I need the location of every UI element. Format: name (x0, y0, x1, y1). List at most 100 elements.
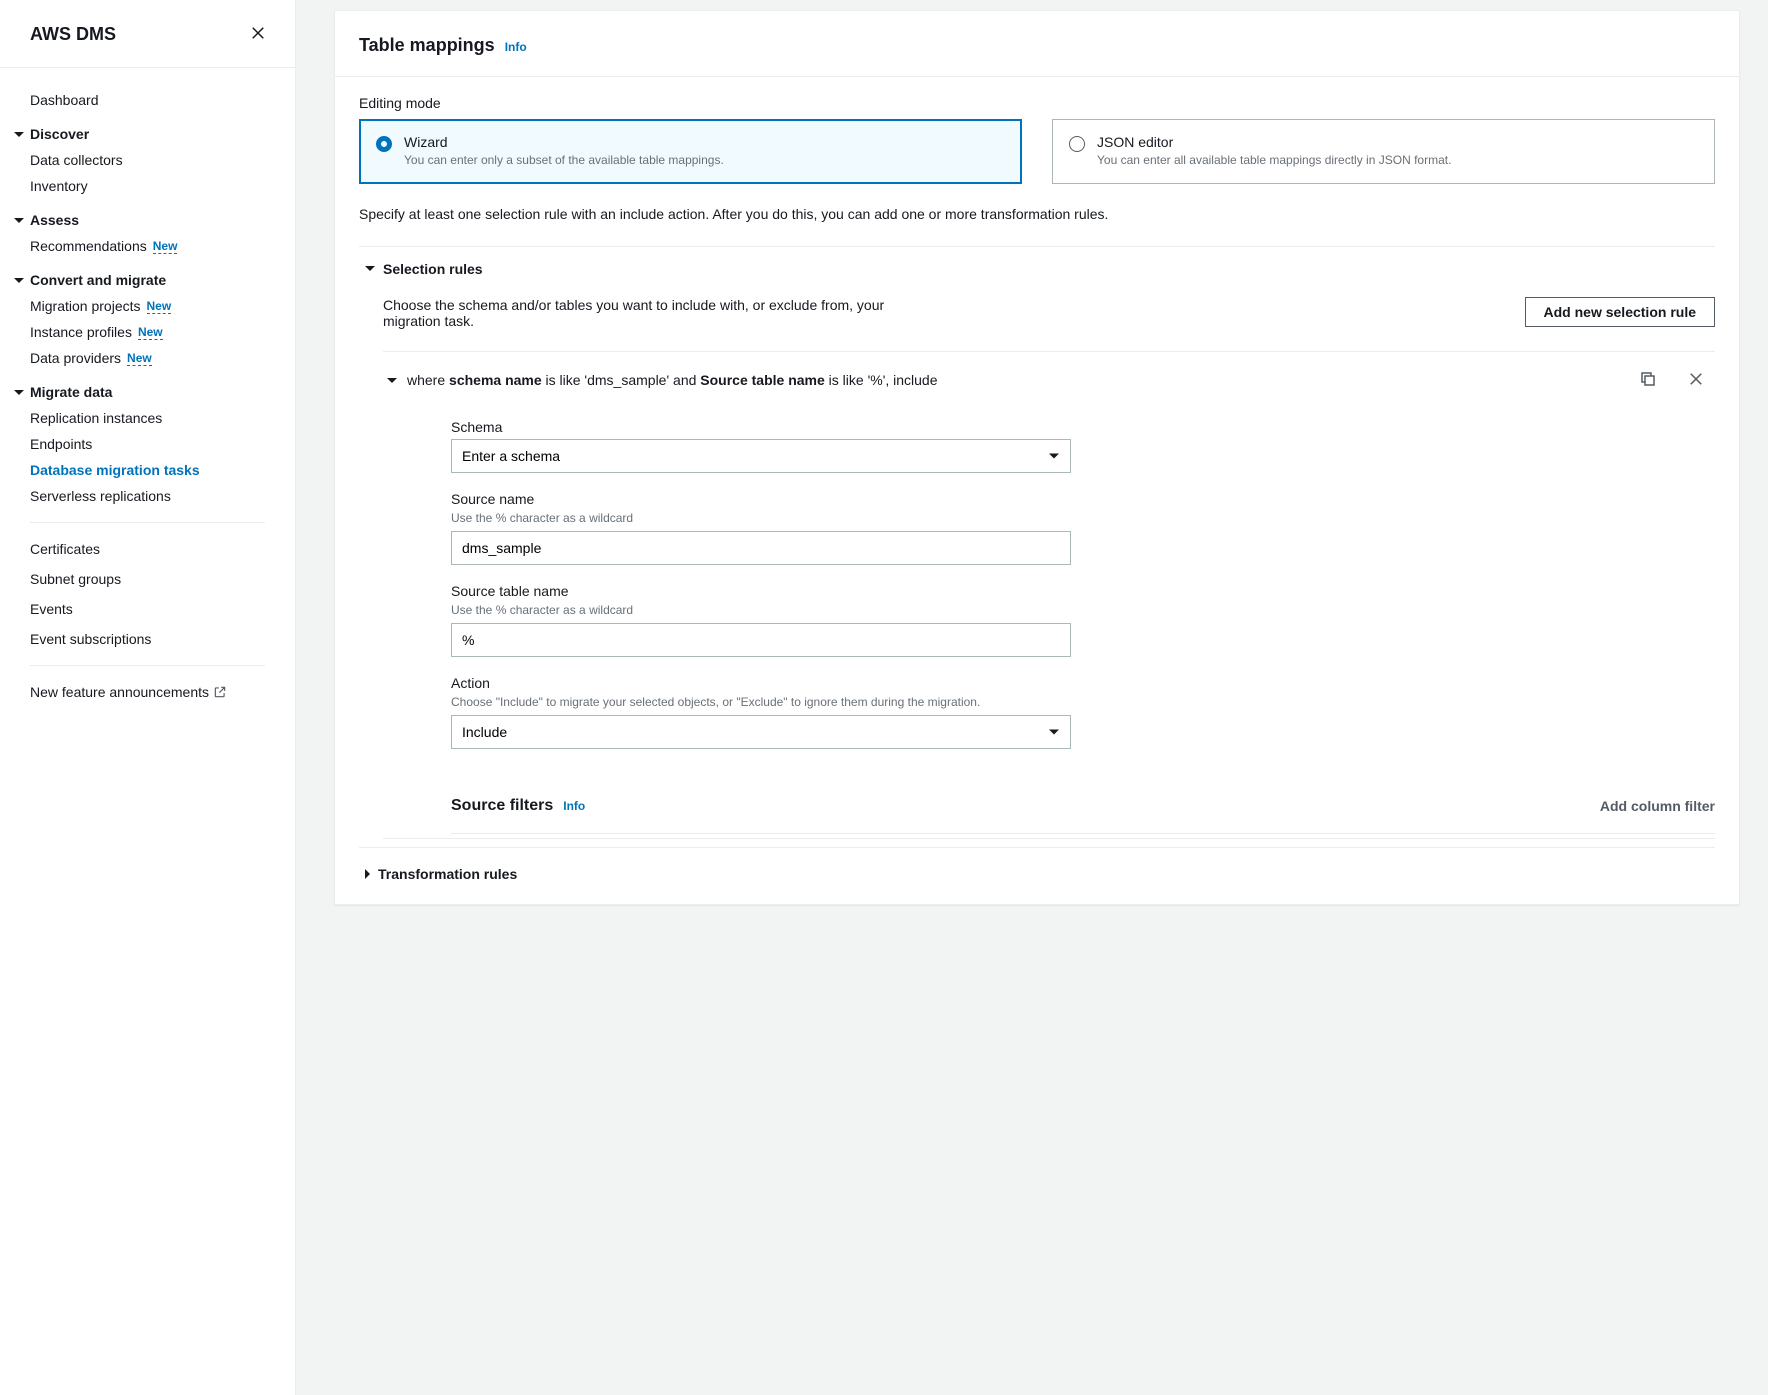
radio-description: You can enter only a subset of the avail… (404, 152, 724, 169)
sidebar-link[interactable]: Dashboard (30, 92, 99, 108)
divider (30, 665, 265, 666)
copy-icon (1639, 370, 1657, 388)
sidebar-item-endpoints[interactable]: Endpoints (30, 436, 265, 452)
info-link[interactable]: Info (563, 799, 585, 813)
radio-icon (376, 136, 392, 152)
new-badge: New (147, 299, 172, 314)
sidebar-link[interactable]: New feature announcements (30, 684, 209, 700)
panel-header: Table mappings Info (335, 11, 1739, 77)
close-icon (1687, 370, 1705, 388)
editing-mode-radio-group: Wizard You can enter only a subset of th… (359, 119, 1715, 184)
rule-item-header: where schema name is like 'dms_sample' a… (383, 352, 1715, 409)
field-label: Action (451, 675, 1071, 691)
sidebar-item-replication-instances[interactable]: Replication instances (30, 410, 265, 426)
sidebar-item-migration-projects[interactable]: Migration projects New (30, 298, 265, 314)
sidebar-section-convert: Convert and migrate Migration projects N… (0, 272, 295, 366)
sidebar-link[interactable]: Inventory (30, 178, 88, 194)
sidebar-item-database-migration-tasks[interactable]: Database migration tasks (30, 462, 265, 478)
sidebar-link[interactable]: Recommendations (30, 238, 147, 254)
sidebar-item-inventory[interactable]: Inventory (30, 178, 265, 194)
sidebar-item-recommendations[interactable]: Recommendations New (30, 238, 265, 254)
sidebar-link[interactable]: Replication instances (30, 410, 162, 426)
rule-summary-toggle[interactable]: where schema name is like 'dms_sample' a… (387, 372, 938, 388)
sidebar-section-toggle[interactable]: Discover (14, 126, 265, 142)
chevron-down-icon (14, 390, 24, 395)
sidebar-item-events[interactable]: Events (0, 601, 295, 617)
source-table-name-field: Source table name Use the % character as… (451, 583, 1071, 657)
sidebar-item-data-collectors[interactable]: Data collectors (30, 152, 265, 168)
instruction-text: Specify at least one selection rule with… (359, 206, 1715, 222)
sidebar-section-label: Convert and migrate (30, 272, 166, 288)
chevron-down-icon (14, 132, 24, 137)
rule-form: Schema Enter a schema Source name (383, 419, 1715, 779)
sidebar-link[interactable]: Subnet groups (30, 571, 121, 587)
new-badge: New (127, 351, 152, 366)
sidebar-item-dashboard[interactable]: Dashboard (0, 92, 295, 108)
sidebar-item-serverless-replications[interactable]: Serverless replications (30, 488, 265, 504)
info-link[interactable]: Info (505, 40, 527, 54)
field-label: Schema (451, 419, 1071, 435)
delete-rule-button[interactable] (1685, 368, 1707, 393)
sidebar-section-toggle[interactable]: Convert and migrate (14, 272, 265, 288)
sidebar-item-subnet-groups[interactable]: Subnet groups (0, 571, 295, 587)
add-column-filter-button[interactable]: Add column filter (1600, 798, 1715, 814)
field-help: Use the % character as a wildcard (451, 603, 1071, 617)
schema-select[interactable]: Enter a schema (451, 439, 1071, 473)
sidebar-link[interactable]: Endpoints (30, 436, 92, 452)
selection-rules-toggle[interactable]: Selection rules (359, 247, 1715, 291)
sidebar-close-button[interactable] (245, 20, 271, 49)
add-selection-rule-button[interactable]: Add new selection rule (1525, 297, 1715, 327)
sidebar-link[interactable]: Data collectors (30, 152, 123, 168)
source-table-name-input[interactable] (451, 623, 1071, 657)
sidebar-link[interactable]: Database migration tasks (30, 462, 200, 478)
source-filters-row: Source filters Info Add column filter (451, 779, 1715, 834)
schema-field: Schema Enter a schema (451, 419, 1071, 473)
radio-title: JSON editor (1097, 134, 1451, 150)
external-link-icon (213, 685, 227, 699)
section-title: Transformation rules (378, 866, 517, 882)
sidebar-link[interactable]: Serverless replications (30, 488, 171, 504)
sidebar-section-toggle[interactable]: Assess (14, 212, 265, 228)
sidebar-link[interactable]: Event subscriptions (30, 631, 151, 647)
new-badge: New (138, 325, 163, 340)
sidebar-link[interactable]: Data providers (30, 350, 121, 366)
sidebar-section-label: Discover (30, 126, 89, 142)
app-title: AWS DMS (30, 24, 116, 45)
chevron-down-icon (14, 218, 24, 223)
sidebar-section-label: Assess (30, 212, 79, 228)
sidebar-section-toggle[interactable]: Migrate data (14, 384, 265, 400)
field-help: Use the % character as a wildcard (451, 511, 1071, 525)
sidebar-link[interactable]: Instance profiles (30, 324, 132, 340)
radio-icon (1069, 136, 1085, 152)
chevron-down-icon (387, 378, 397, 383)
new-badge: New (153, 239, 178, 254)
sidebar-item-data-providers[interactable]: Data providers New (30, 350, 265, 366)
panel-title: Table mappings (359, 35, 495, 56)
main-content: Table mappings Info Editing mode Wizard … (296, 0, 1768, 1395)
sidebar-link[interactable]: Events (30, 601, 73, 617)
duplicate-rule-button[interactable] (1637, 368, 1659, 393)
sidebar-nav: Dashboard Discover Data collectors Inven… (0, 68, 295, 714)
sidebar-item-certificates[interactable]: Certificates (0, 541, 295, 557)
chevron-down-icon (365, 266, 375, 271)
sidebar-link[interactable]: Migration projects (30, 298, 141, 314)
action-select[interactable]: Include (451, 715, 1071, 749)
sidebar-item-announcements[interactable]: New feature announcements (0, 684, 295, 700)
radio-wizard[interactable]: Wizard You can enter only a subset of th… (359, 119, 1022, 184)
source-name-input[interactable] (451, 531, 1071, 565)
chevron-right-icon (365, 869, 370, 879)
transformation-rules-toggle[interactable]: Transformation rules (359, 847, 1715, 904)
sidebar-item-event-subscriptions[interactable]: Event subscriptions (0, 631, 295, 647)
sidebar-item-instance-profiles[interactable]: Instance profiles New (30, 324, 265, 340)
close-icon (249, 24, 267, 42)
editing-mode-label: Editing mode (359, 95, 1715, 111)
rule-action-icons (1637, 368, 1715, 393)
sidebar-link[interactable]: Certificates (30, 541, 100, 557)
chevron-down-icon (14, 278, 24, 283)
selection-rules-section: Selection rules Choose the schema and/or… (359, 246, 1715, 847)
intro-text: Choose the schema and/or tables you want… (383, 297, 943, 329)
radio-json-editor[interactable]: JSON editor You can enter all available … (1052, 119, 1715, 184)
selection-rule-item: where schema name is like 'dms_sample' a… (383, 352, 1715, 839)
selection-rules-intro: Choose the schema and/or tables you want… (383, 291, 1715, 352)
sidebar-section-assess: Assess Recommendations New (0, 212, 295, 254)
